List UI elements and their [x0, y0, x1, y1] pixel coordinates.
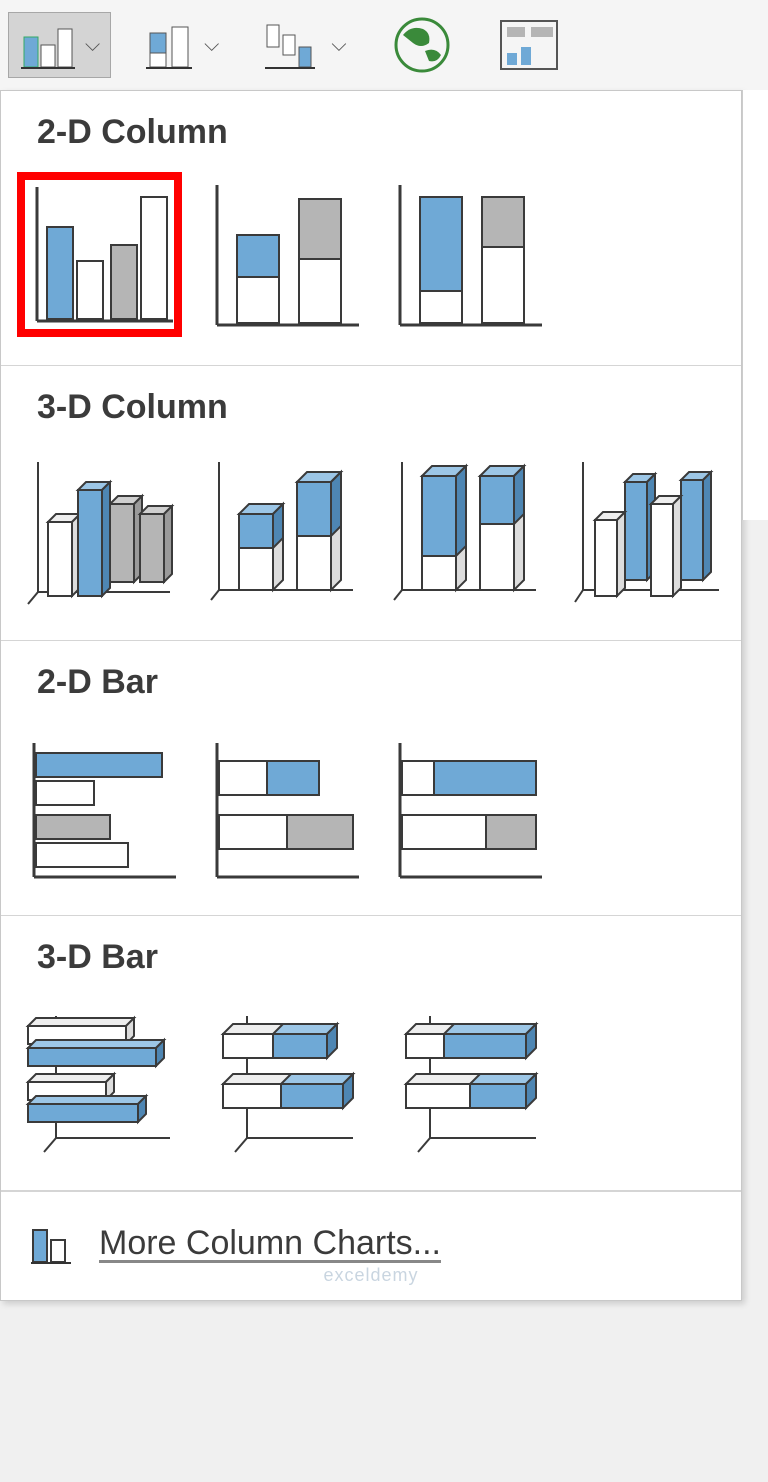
3d-clustered-bar[interactable]: [17, 997, 182, 1162]
3d-stacked-bar[interactable]: [200, 997, 365, 1162]
insert-column-chart-button[interactable]: ⌵: [8, 12, 111, 78]
section-2d-column: 2-D Column: [1, 91, 741, 366]
globe-icon: [391, 15, 453, 75]
stacked-chart-icon: [144, 19, 196, 71]
3d-stacked-column[interactable]: [200, 447, 365, 612]
chevron-down-icon: ⌵: [85, 34, 100, 57]
insert-pivot-chart-button[interactable]: [486, 10, 572, 80]
column-chart-icon: [19, 19, 77, 71]
clustered-column-chart[interactable]: [17, 172, 182, 337]
section-3d-column: 3-D Column: [1, 366, 741, 641]
section-2d-bar: 2-D Bar: [1, 641, 741, 916]
scrollbar-edge: [742, 90, 768, 520]
column-chart-icon: [29, 1220, 75, 1266]
stacked-column-chart[interactable]: [200, 172, 365, 337]
3d-column[interactable]: [566, 447, 731, 612]
100-stacked-column-chart[interactable]: [383, 172, 548, 337]
column-chart-dropdown: 2-D Column: [0, 90, 742, 1301]
section-title-2d-bar: 2-D Bar: [37, 663, 733, 702]
section-title-3d-column: 3-D Column: [37, 388, 733, 427]
more-charts-label: More Column Charts...: [99, 1224, 441, 1263]
pivot-chart-icon: [497, 17, 561, 73]
section-title-3d-bar: 3-D Bar: [37, 938, 733, 977]
insert-stacked-chart-button[interactable]: ⌵: [133, 12, 230, 78]
section-3d-bar: 3-D Bar: [1, 916, 741, 1191]
waterfall-icon: [263, 19, 323, 71]
3d-clustered-column[interactable]: [17, 447, 182, 612]
stacked-bar-chart[interactable]: [200, 722, 365, 887]
clustered-bar-chart[interactable]: [17, 722, 182, 887]
insert-map-button[interactable]: [380, 8, 464, 82]
watermark: exceldemy: [323, 1265, 418, 1286]
chevron-down-icon: ⌵: [204, 34, 219, 57]
section-title-2d-column: 2-D Column: [37, 113, 733, 152]
insert-waterfall-button[interactable]: ⌵: [252, 12, 357, 78]
100-stacked-bar-chart[interactable]: [383, 722, 548, 887]
ribbon-strip: ⌵ ⌵ ⌵: [0, 0, 768, 90]
3d-100-stacked-column[interactable]: [383, 447, 548, 612]
3d-100-stacked-bar[interactable]: [383, 997, 548, 1162]
chevron-down-icon: ⌵: [331, 34, 346, 57]
